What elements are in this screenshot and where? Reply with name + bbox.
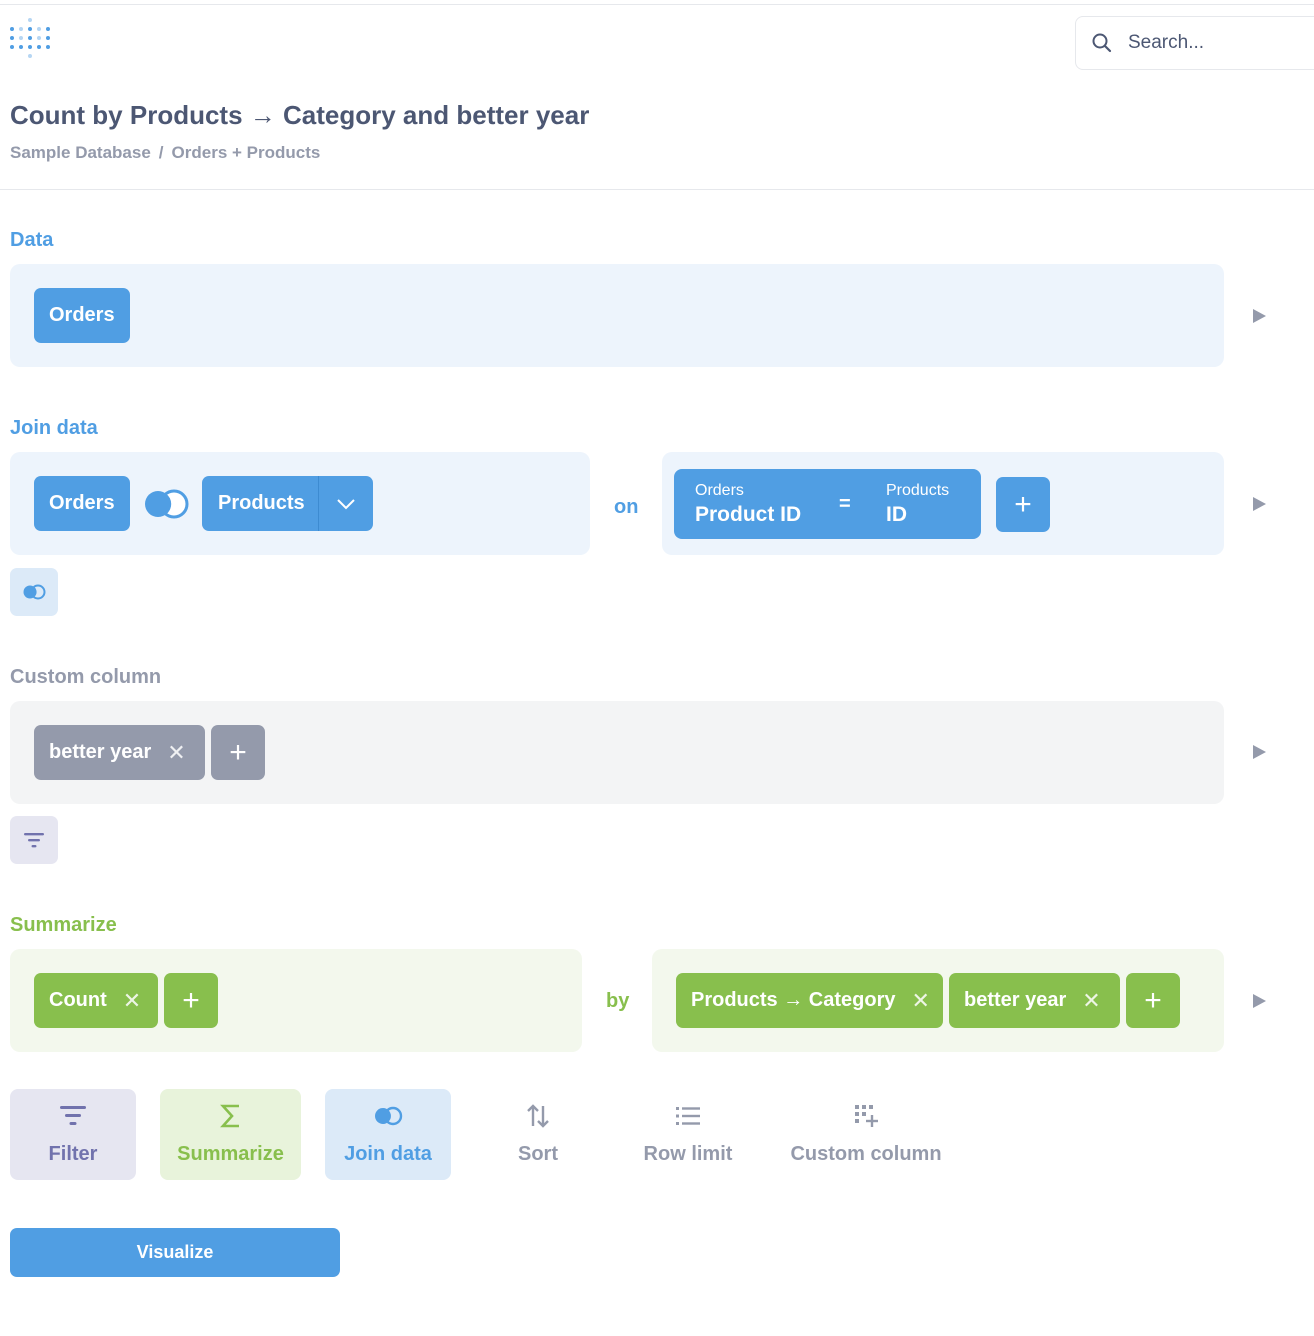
summarize-by-label: by [606,990,630,1012]
add-custom-column-button[interactable]: + [211,725,265,780]
sigma-icon [219,1104,239,1128]
join-section-label: Join data [10,417,98,439]
add-metric-button[interactable]: + [164,973,218,1028]
close-icon[interactable]: ✕ [123,988,141,1014]
page-title: Count by Products → Category and better … [10,100,590,130]
breakout-better-year-label: better year [964,989,1067,1011]
breakout-category-label: Products → Category [691,989,896,1011]
join-right-table[interactable]: Products [202,476,373,531]
header-divider [0,189,1314,190]
join-icon [23,584,46,600]
breakout-category-pill[interactable]: Products → Category ✕ [676,973,943,1028]
play-icon[interactable] [1253,745,1266,759]
data-section-label: Data [10,229,54,251]
join-on-label: on [614,496,639,518]
search-input[interactable] [1128,32,1308,54]
search-box[interactable] [1075,16,1314,70]
join-action-label: Join data [344,1143,432,1165]
join-action-button[interactable]: Join data [325,1089,451,1180]
condition-left-table: Orders [695,482,744,499]
custom-column-label: better year [49,741,152,763]
join-icon[interactable] [143,488,189,520]
data-panel [10,264,1224,367]
join-condition[interactable]: Orders Product ID = Products ID [674,469,981,539]
breadcrumb-separator: / [158,143,164,162]
row-limit-action-button[interactable]: Row limit [625,1089,751,1180]
breadcrumb-table[interactable]: Orders + Products [172,143,321,162]
plus-icon: + [182,983,200,1017]
custom-column-action-label: Custom column [790,1143,942,1165]
condition-right-field: ID [886,503,907,526]
close-icon[interactable]: ✕ [911,988,929,1014]
join-left-table[interactable]: Orders [34,476,130,531]
add-breakout-button[interactable]: + [1126,973,1180,1028]
play-icon[interactable] [1253,497,1266,511]
metabase-logo-icon[interactable] [10,18,50,64]
visualize-button[interactable]: Visualize [10,1228,340,1277]
breakout-better-year-pill[interactable]: better year ✕ [949,973,1120,1028]
close-icon[interactable]: ✕ [167,740,185,766]
custom-column-action-button[interactable]: Custom column [775,1089,957,1180]
add-join-condition-button[interactable]: + [996,477,1050,532]
list-icon [676,1107,700,1125]
chevron-down-icon[interactable] [336,498,356,510]
summarize-section-label: Summarize [10,914,117,936]
filter-icon [60,1106,86,1125]
plus-icon: + [1144,983,1162,1017]
metric-count-label: Count [49,989,107,1011]
custom-column-section-label: Custom column [10,666,162,688]
filter-icon [24,833,44,848]
metric-count-pill[interactable]: Count ✕ [34,973,158,1028]
summarize-action-label: Summarize [177,1143,284,1165]
custom-column-pill[interactable]: better year ✕ [34,725,205,780]
condition-right-table: Products [886,482,950,499]
play-icon[interactable] [1253,309,1266,323]
add-filter-step-button[interactable] [10,816,58,864]
row-limit-action-label: Row limit [643,1143,733,1165]
summarize-action-button[interactable]: Summarize [160,1089,301,1180]
filter-action-button[interactable]: Filter [10,1089,136,1180]
sort-action-button[interactable]: Sort [475,1089,601,1180]
close-icon[interactable]: ✕ [1082,988,1100,1014]
join-icon [375,1106,403,1126]
search-icon [1092,33,1112,53]
play-icon[interactable] [1253,994,1266,1008]
sort-action-label: Sort [518,1143,558,1165]
plus-icon: + [1014,487,1032,521]
breadcrumb: Sample Database / Orders + Products [10,143,320,163]
plus-icon: + [229,735,247,769]
data-source-button[interactable]: Orders [34,288,130,343]
filter-action-label: Filter [48,1143,98,1165]
add-join-step-button[interactable] [10,568,58,616]
condition-operator: = [839,493,851,515]
top-border [0,4,1314,5]
add-column-icon [855,1105,878,1127]
sort-icon [527,1104,549,1128]
breadcrumb-database[interactable]: Sample Database [10,143,151,162]
condition-left-field: Product ID [695,503,802,526]
join-right-table-label: Products [218,492,305,514]
